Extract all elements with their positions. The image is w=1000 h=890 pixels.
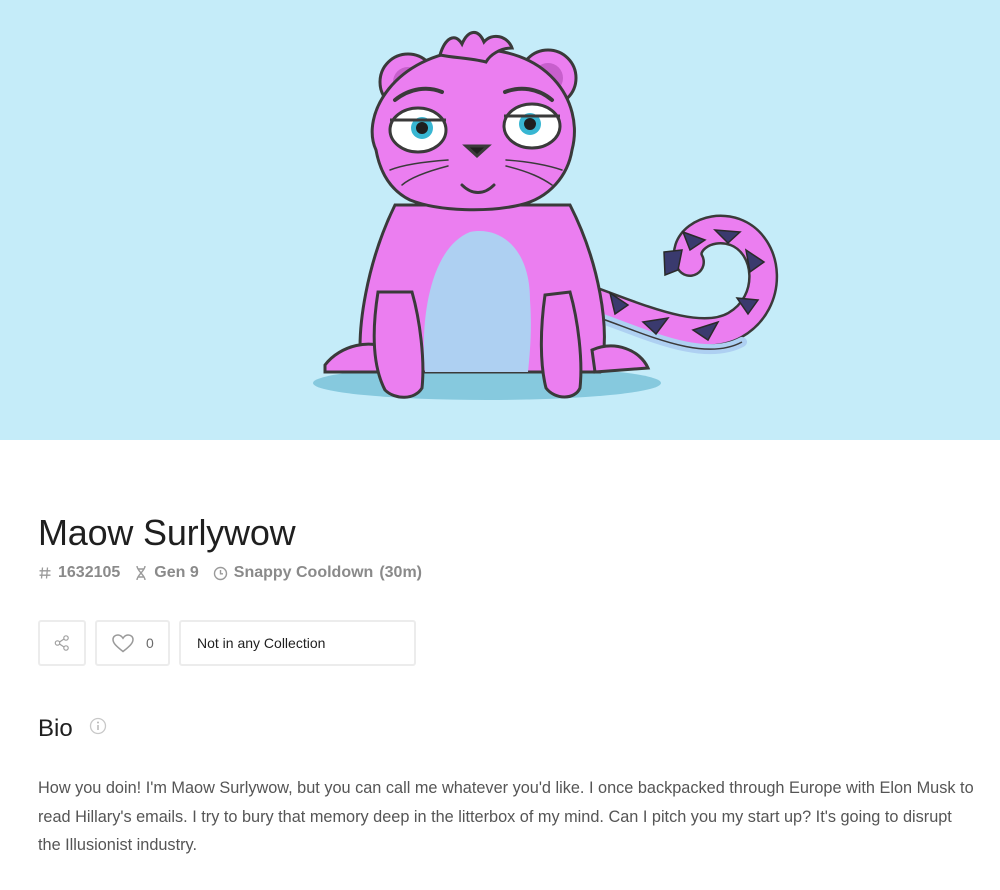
kitty-cooldown: Snappy Cooldown (30m) xyxy=(213,564,422,582)
kitty-id: 1632105 xyxy=(38,564,120,582)
bio-text: How you doin! I'm Maow Surlywow, but you… xyxy=(38,779,974,854)
share-icon xyxy=(54,635,69,651)
kitty-generation-value: Gen 9 xyxy=(154,564,199,581)
kitty-id-value: 1632105 xyxy=(58,564,121,581)
kitty-name: Maow Surlywow xyxy=(38,512,296,553)
bio-heading: Bio xyxy=(38,715,73,742)
info-icon[interactable] xyxy=(89,717,107,735)
kitty-meta-row: 1632105 Gen 9 Snappy Cooldown (30m) xyxy=(38,564,436,582)
kitty-cooldown-time: (30m) xyxy=(379,564,422,581)
like-button[interactable]: 0 xyxy=(95,620,170,666)
kitty-generation: Gen 9 xyxy=(134,564,199,582)
share-button[interactable] xyxy=(38,620,86,666)
collection-button[interactable]: Not in any Collection xyxy=(179,620,416,666)
kitty-hero-banner xyxy=(0,0,1000,440)
heart-icon xyxy=(112,633,134,652)
kitty-illustration xyxy=(313,31,779,400)
like-count: 0 xyxy=(146,635,154,651)
kitty-tail xyxy=(575,214,779,355)
bio-section-header: Bio xyxy=(38,715,107,743)
dna-icon xyxy=(136,565,146,581)
hash-icon xyxy=(39,567,51,579)
clock-icon xyxy=(213,566,227,580)
kitty-cooldown-name: Snappy Cooldown xyxy=(233,564,374,581)
kitty-actions: 0 Not in any Collection xyxy=(38,620,425,666)
